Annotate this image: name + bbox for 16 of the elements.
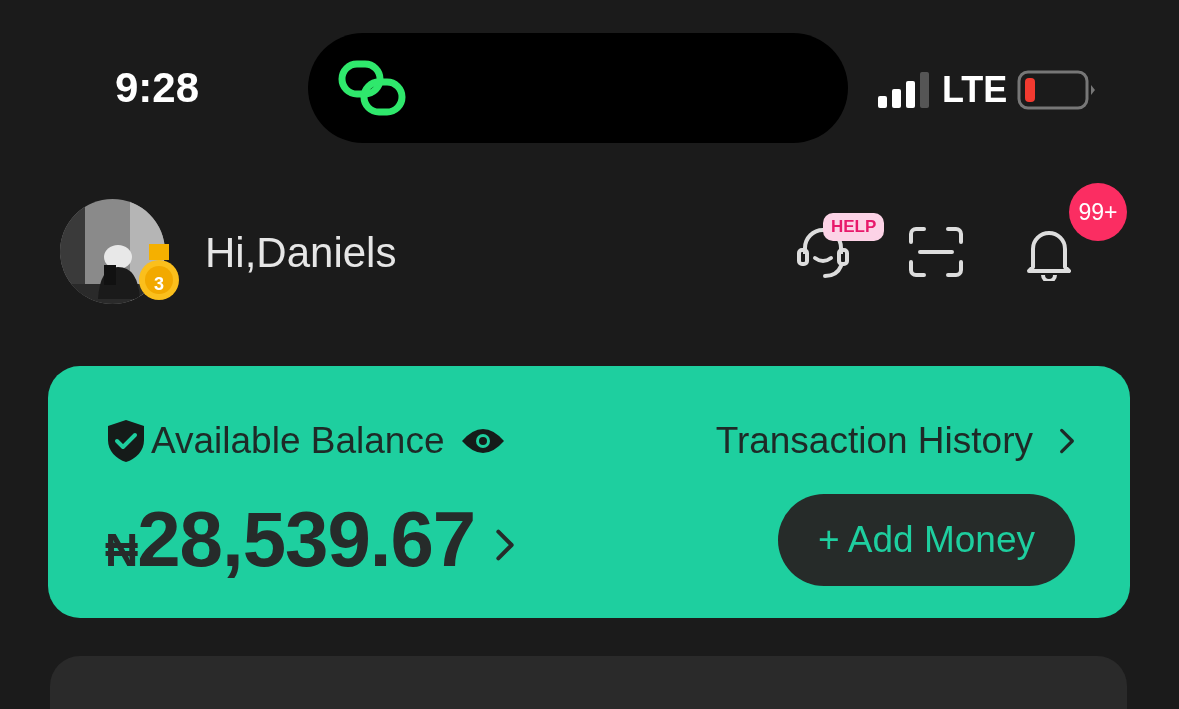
chevron-right-icon: [1059, 427, 1075, 456]
transaction-history-link[interactable]: Transaction History: [715, 419, 1075, 464]
balance-label: Available Balance: [151, 419, 445, 464]
link-icon: [338, 60, 408, 116]
battery-icon: [1017, 70, 1098, 110]
signal-icon: [878, 72, 932, 108]
help-badge: HELP: [823, 213, 885, 242]
scan-icon[interactable]: [908, 226, 964, 279]
add-money-button[interactable]: + Add Money: [778, 493, 1075, 586]
chevron-right-icon: [495, 527, 516, 562]
balance-amount: ₦28,539.67: [105, 494, 476, 586]
status-time: 9:28: [115, 67, 201, 109]
greeting-text: Hi,Daniels: [205, 229, 397, 278]
shield-check-icon: [105, 418, 147, 465]
network-label: LTE: [942, 72, 1008, 108]
notification-badge: 99+: [1069, 183, 1127, 242]
